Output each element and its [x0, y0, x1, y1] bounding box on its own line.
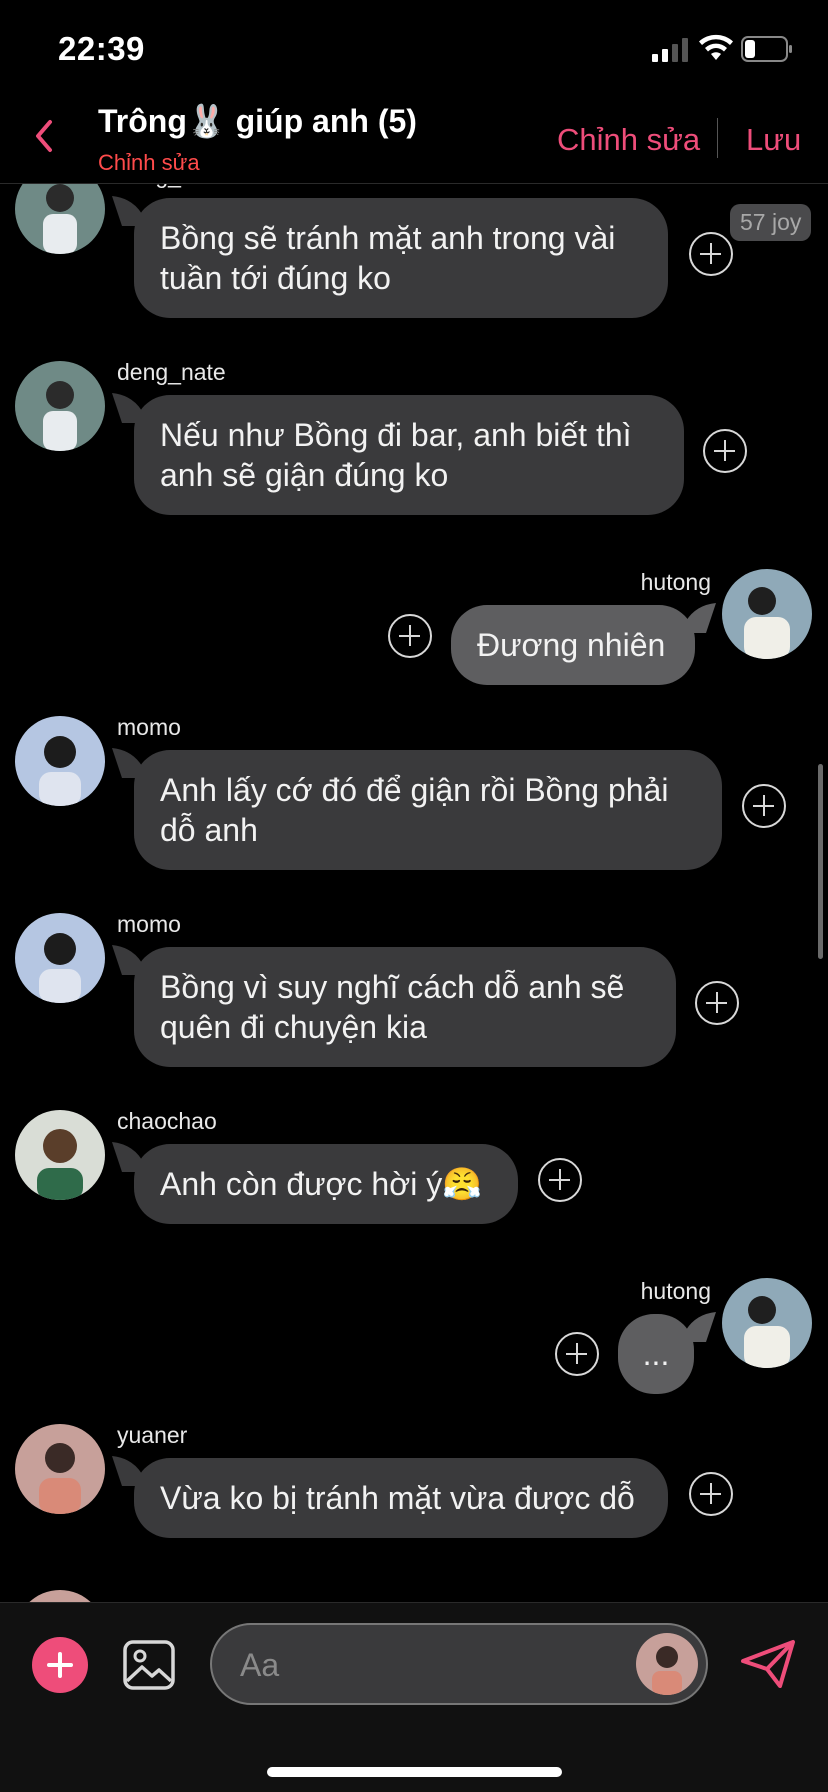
avatar[interactable] — [15, 716, 105, 806]
message-bubble[interactable]: Anh lấy cớ đó để giận rồi Bồng phải dỗ a… — [134, 750, 722, 870]
cellular-signal-icon — [652, 38, 688, 62]
message-item: momo Bồng vì suy nghĩ cách dỗ anh sẽ quê… — [0, 911, 828, 1091]
sender-name: deng_nate — [117, 184, 226, 189]
edit-button[interactable]: Chỉnh sửa — [557, 122, 700, 158]
react-plus-button[interactable] — [695, 981, 739, 1025]
message-item: deng_nate Nếu như Bồng đi bar, anh biết … — [0, 359, 828, 539]
man-knit-sweater-avatar-icon — [722, 569, 812, 659]
avatar[interactable] — [15, 184, 105, 254]
battery-icon — [741, 36, 792, 62]
avatar[interactable] — [15, 913, 105, 1003]
man-blue-background-avatar-icon — [15, 913, 105, 1003]
chat-header: Trông🐰 giúp anh (5) Chỉnh sửa Chỉnh sửa … — [0, 96, 828, 184]
header-divider — [717, 118, 718, 158]
home-indicator[interactable] — [267, 1767, 562, 1777]
man-pink-flowers-avatar-icon — [15, 1590, 105, 1602]
react-plus-button[interactable] — [703, 429, 747, 473]
send-paper-plane-icon[interactable] — [740, 1639, 796, 1689]
message-item: momo Anh lấy cớ đó để giận rồi Bồng phải… — [0, 714, 828, 894]
man-pink-flowers-avatar-icon — [15, 1424, 105, 1514]
avatar[interactable] — [15, 1590, 105, 1602]
wifi-icon — [699, 34, 733, 60]
back-chevron-icon[interactable] — [30, 116, 58, 156]
chat-title: Trông🐰 giúp anh (5) — [98, 102, 417, 140]
man-green-shirt-avatar-icon — [15, 1110, 105, 1200]
man-pink-flowers-avatar-icon — [636, 1633, 698, 1695]
message-item: chaochao Anh còn được hời ý😤 — [0, 1108, 828, 1248]
message-item: yuaner Vừa ko bị tránh mặt vừa được dỗ — [0, 1422, 828, 1562]
message-input[interactable] — [240, 1643, 600, 1687]
avatar[interactable] — [15, 1424, 105, 1514]
avatar[interactable] — [722, 569, 812, 659]
composer-bar — [0, 1602, 828, 1792]
sender-name: hutong — [640, 569, 711, 595]
avatar[interactable] — [722, 1278, 812, 1368]
sender-name: yuaner — [117, 1422, 188, 1448]
message-bubble[interactable]: Bồng sẽ tránh mặt anh trong vài tuần tới… — [134, 198, 668, 318]
man-white-shirt-avatar-icon — [15, 361, 105, 451]
status-time: 22:39 — [58, 30, 145, 67]
message-item: deng_nate Bồng sẽ tránh mặt anh trong và… — [0, 184, 828, 342]
add-attachment-button[interactable] — [32, 1637, 88, 1693]
sender-name: hutong — [640, 1278, 711, 1304]
sender-name: momo — [117, 911, 181, 937]
message-item: hutong Đương nhiên — [0, 569, 828, 709]
rabbit-icon: 🐰 — [186, 103, 227, 139]
save-button[interactable]: Lưu — [746, 122, 801, 158]
react-plus-button[interactable] — [555, 1332, 599, 1376]
message-input-wrapper[interactable] — [210, 1623, 708, 1705]
chat-subtitle[interactable]: Chỉnh sửa — [98, 150, 200, 176]
avatar[interactable] — [636, 1633, 698, 1695]
react-plus-button[interactable] — [742, 784, 786, 828]
react-plus-button[interactable] — [689, 232, 733, 276]
react-plus-button[interactable] — [388, 614, 432, 658]
avatar[interactable] — [15, 1110, 105, 1200]
title-prefix: Trông — [98, 103, 187, 139]
sender-name: chaochao — [117, 1108, 217, 1134]
message-bubble[interactable]: Anh còn được hời ý😤 — [134, 1144, 518, 1224]
message-list[interactable]: deng_nate Bồng sẽ tránh mặt anh trong và… — [0, 184, 828, 1602]
image-gallery-icon[interactable] — [122, 1639, 176, 1691]
man-white-shirt-avatar-icon — [15, 184, 105, 254]
react-plus-button[interactable] — [689, 1472, 733, 1516]
message-bubble[interactable]: Nếu như Bồng đi bar, anh biết thì anh sẽ… — [134, 395, 684, 515]
message-bubble[interactable]: ... — [618, 1314, 694, 1394]
message-bubble[interactable]: Vừa ko bị tránh mặt vừa được dỗ — [134, 1458, 668, 1538]
title-suffix: giúp anh (5) — [235, 103, 417, 139]
timestamp-badge: 57 joy — [730, 204, 812, 241]
message-bubble[interactable]: Đương nhiên — [451, 605, 695, 685]
react-plus-button[interactable] — [538, 1158, 582, 1202]
status-bar: 22:39 — [0, 0, 828, 96]
man-knit-sweater-avatar-icon — [722, 1278, 812, 1368]
sender-name: momo — [117, 714, 181, 740]
avatar[interactable] — [15, 361, 105, 451]
message-bubble[interactable]: Bồng vì suy nghĩ cách dỗ anh sẽ quên đi … — [134, 947, 676, 1067]
sender-name: deng_nate — [117, 359, 226, 385]
scrollbar[interactable] — [818, 764, 823, 959]
message-item: hutong ... — [0, 1278, 828, 1418]
man-blue-background-avatar-icon — [15, 716, 105, 806]
